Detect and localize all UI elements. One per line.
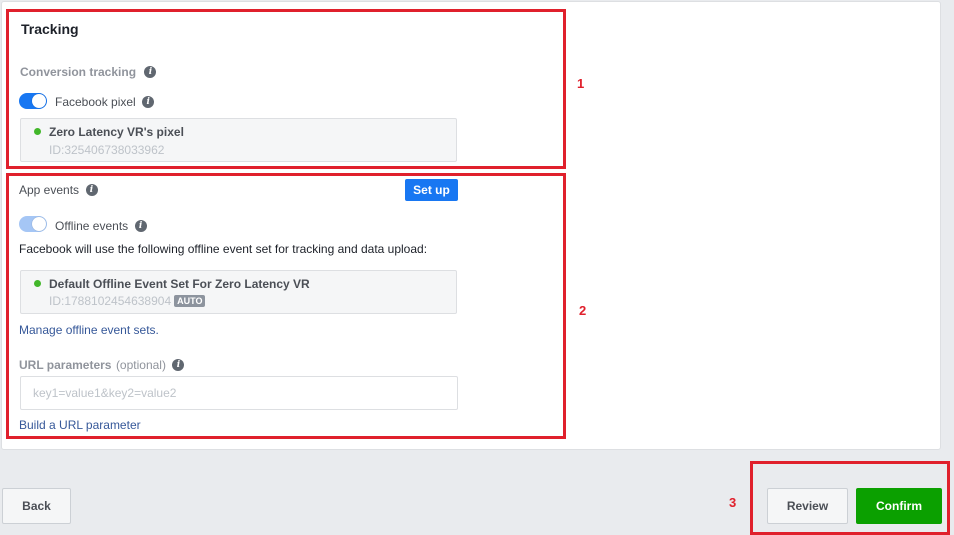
annotation-box-2: [6, 173, 566, 439]
back-button[interactable]: Back: [2, 488, 71, 524]
review-button[interactable]: Review: [767, 488, 848, 524]
annotation-number-2: 2: [579, 303, 587, 318]
annotation-number-3: 3: [729, 495, 737, 510]
confirm-button[interactable]: Confirm: [856, 488, 942, 524]
annotation-box-1: [6, 9, 566, 169]
annotation-number-1: 1: [577, 76, 585, 91]
